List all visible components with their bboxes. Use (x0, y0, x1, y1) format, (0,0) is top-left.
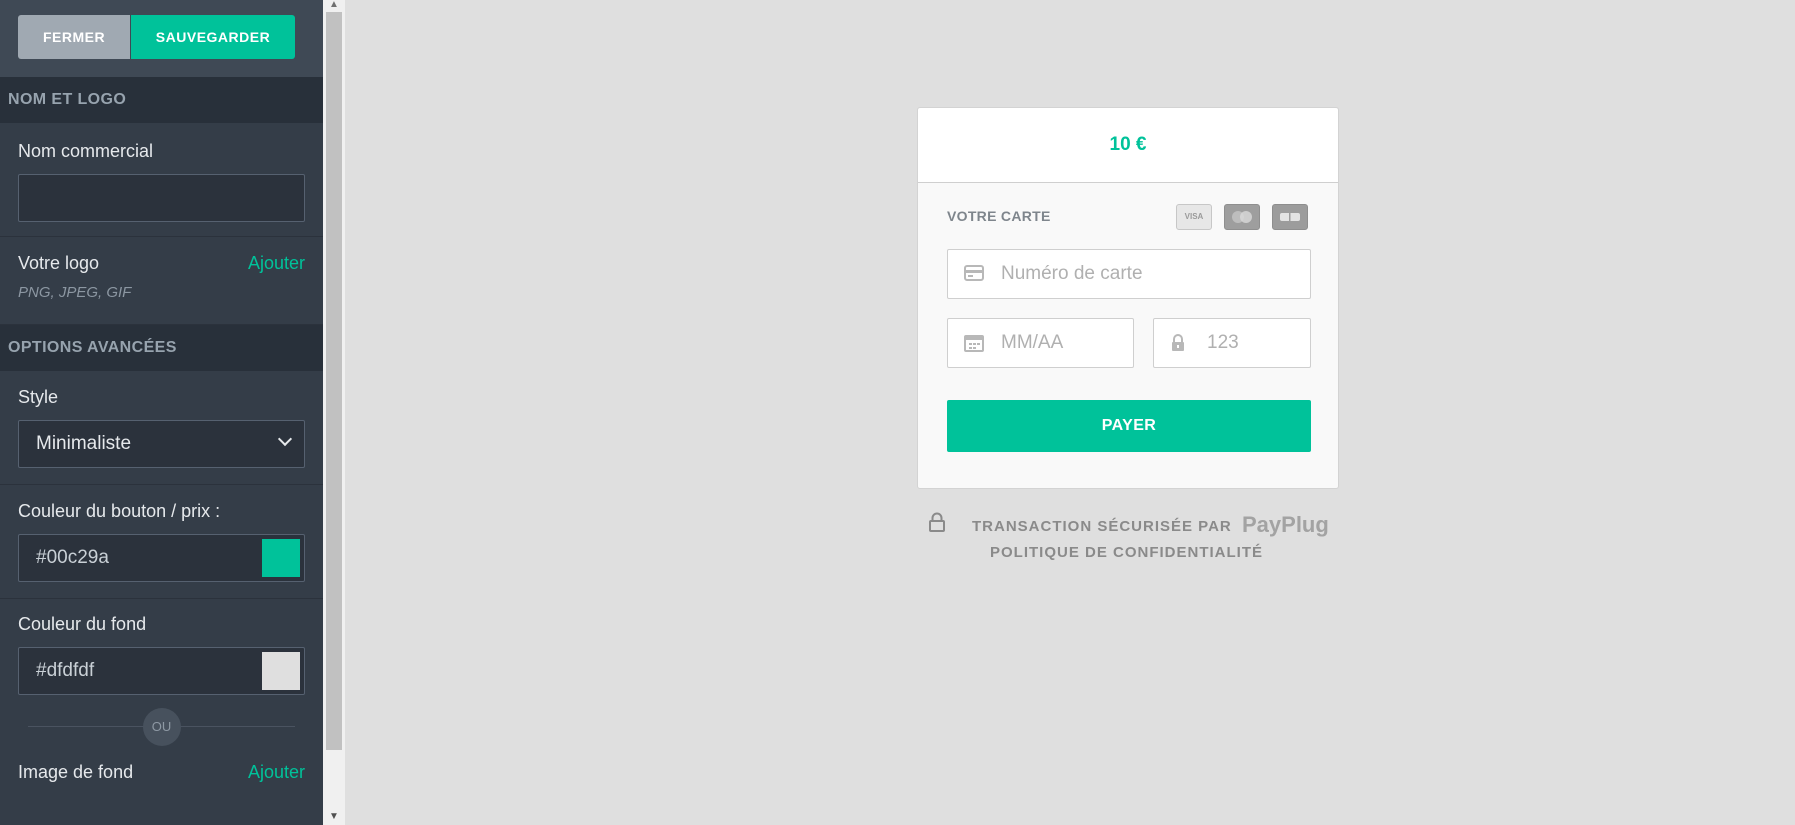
bg-color-field: Couleur du fond #dfdfdf (0, 599, 323, 706)
amount-display: 10 € (918, 108, 1338, 183)
close-button[interactable]: FERMER (18, 15, 130, 59)
logo-field: Votre logo Ajouter PNG, JPEG, GIF (0, 237, 323, 325)
chevron-down-icon (277, 431, 293, 447)
card-number-input[interactable]: Numéro de carte (947, 249, 1311, 299)
section-header-advanced: OPTIONS AVANCÉES (0, 325, 323, 371)
padlock-icon (928, 512, 946, 532)
visa-icon: VISA (1176, 204, 1212, 230)
payment-form-preview: 10 € VOTRE CARTE VISA Numéro de carte MM… (917, 107, 1339, 489)
cb-icon (1272, 204, 1308, 230)
secured-by-text: TRANSACTION SÉCURISÉE PAR (972, 518, 1232, 535)
payplug-logo[interactable]: PayPlug (1242, 512, 1329, 538)
add-bg-image-link[interactable]: Ajouter (248, 762, 305, 783)
or-divider: OU (28, 706, 295, 746)
privacy-policy-link[interactable]: POLITIQUE DE CONFIDENTIALITÉ (990, 544, 1263, 561)
trade-name-label: Nom commercial (18, 141, 154, 161)
add-logo-link[interactable]: Ajouter (248, 253, 305, 274)
cvc-input[interactable]: 123 (1153, 318, 1311, 368)
bg-image-label: Image de fond (18, 762, 134, 782)
button-color-swatch[interactable] (262, 539, 300, 577)
button-color-input[interactable]: #00c29a (18, 534, 305, 582)
style-field: Style Minimaliste (0, 371, 323, 485)
cvc-placeholder: 123 (1207, 332, 1239, 353)
calendar-icon (964, 334, 984, 355)
scroll-down-arrow-icon[interactable]: ▼ (323, 809, 345, 825)
style-select-value: Minimaliste (36, 433, 132, 454)
scrollbar-thumb[interactable] (326, 12, 342, 750)
sidebar-toolbar: FERMER SAUVEGARDER (0, 0, 323, 77)
bg-color-swatch[interactable] (262, 652, 300, 690)
lock-icon (1170, 334, 1186, 355)
card-number-placeholder: Numéro de carte (1001, 263, 1143, 284)
bg-color-value: #dfdfdf (36, 660, 95, 681)
logo-format-hint: PNG, JPEG, GIF (18, 284, 132, 301)
style-select[interactable]: Minimaliste (18, 420, 305, 468)
pay-button[interactable]: PAYER (947, 400, 1311, 452)
bg-color-input[interactable]: #dfdfdf (18, 647, 305, 695)
settings-sidebar: FERMER SAUVEGARDER NOM ET LOGO Nom comme… (0, 0, 323, 825)
bg-image-field: Image de fond Ajouter (0, 746, 323, 783)
card-brands: VISA (1176, 204, 1308, 230)
card-section-label: VOTRE CARTE (947, 208, 1051, 224)
sidebar-scrollbar[interactable]: ▲ ▼ (323, 0, 345, 825)
mastercard-icon (1224, 204, 1260, 230)
save-button[interactable]: SAUVEGARDER (131, 15, 295, 59)
trade-name-input[interactable] (18, 174, 305, 222)
section-header-name-logo: NOM ET LOGO (0, 77, 323, 123)
button-color-value: #00c29a (36, 547, 109, 568)
button-color-field: Couleur du bouton / prix : #00c29a (0, 485, 323, 599)
logo-label: Votre logo (18, 253, 100, 273)
expiry-input[interactable]: MM/AA (947, 318, 1134, 368)
trade-name-field: Nom commercial (0, 123, 323, 237)
credit-card-icon (964, 265, 984, 284)
or-badge: OU (142, 708, 181, 746)
bg-color-label: Couleur du fond (18, 614, 147, 634)
scroll-up-arrow-icon[interactable]: ▲ (323, 0, 345, 12)
style-label: Style (18, 387, 59, 407)
expiry-placeholder: MM/AA (1001, 332, 1064, 353)
button-color-label: Couleur du bouton / prix : (18, 501, 221, 521)
